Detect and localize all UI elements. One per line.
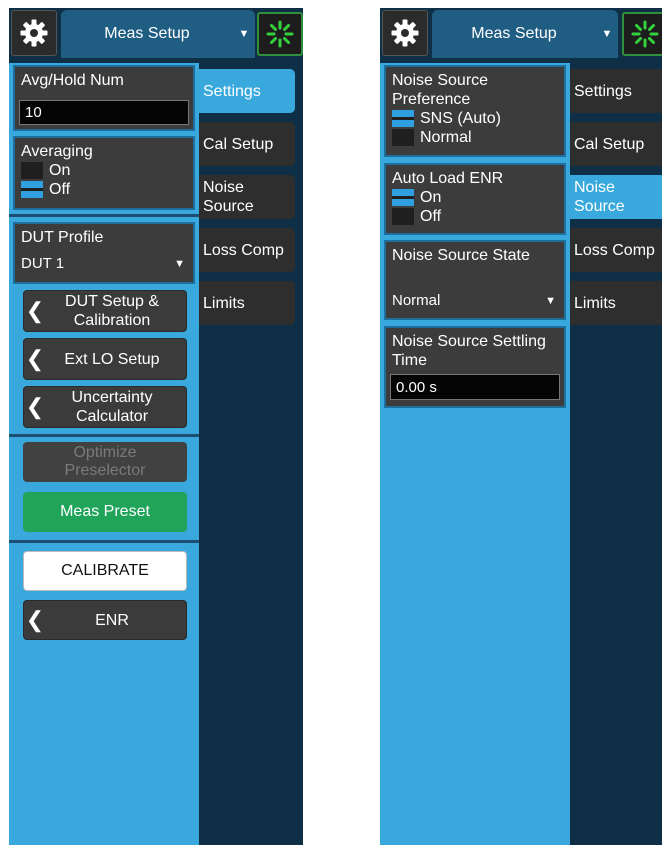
averaging-on-option[interactable]: On <box>15 161 193 180</box>
noise-source-state-control[interactable]: Noise Source State Normal ▼ <box>384 240 566 320</box>
tab-noise-source[interactable]: Noise Source <box>199 175 295 219</box>
caret-down-icon: ▼ <box>545 294 556 307</box>
auto-load-on-option[interactable]: On <box>386 188 564 207</box>
ext-lo-setup-button[interactable]: ❮ Ext LO Setup <box>23 338 187 380</box>
settings-gear-button[interactable] <box>382 10 428 56</box>
state-value: Normal <box>392 292 441 309</box>
avg-hold-label: Avg/Hold Num <box>21 72 124 89</box>
auto-load-on-label: On <box>420 188 442 206</box>
spinner-icon <box>266 20 294 48</box>
chevron-left-icon: ❮ <box>25 607 45 632</box>
dut-setup-calibration-button[interactable]: ❮ DUT Setup & Calibration <box>23 290 187 332</box>
dut-profile-value: DUT 1 <box>21 255 65 272</box>
meas-setup-menu-button[interactable]: Meas Setup ▼ <box>61 10 255 58</box>
preference-normal-option[interactable]: Normal <box>386 128 564 147</box>
gear-icon <box>20 19 48 47</box>
dut-profile-label: DUT Profile <box>21 229 104 246</box>
tab-settings[interactable]: Settings <box>570 69 662 113</box>
preference-sns-auto-option[interactable]: SNS (Auto) <box>386 109 564 128</box>
state-dropdown[interactable]: Normal ▼ <box>392 292 558 309</box>
state-label: Noise Source State <box>392 247 530 264</box>
menu-title: Meas Setup <box>104 25 190 42</box>
meas-setup-menu-button[interactable]: Meas Setup ▼ <box>432 10 618 58</box>
divider <box>9 540 199 543</box>
preference-label: Noise Source Preference <box>392 72 489 108</box>
meas-preset-button[interactable]: Meas Preset <box>23 492 187 532</box>
chevron-left-icon: ❮ <box>25 394 45 419</box>
divider <box>9 434 199 437</box>
preference-normal-label: Normal <box>420 128 472 146</box>
status-indicator[interactable] <box>257 12 303 56</box>
dut-profile-control[interactable]: DUT Profile DUT 1 ▼ <box>13 222 195 284</box>
spinner-icon <box>631 20 659 48</box>
ext-lo-label: Ext LO Setup <box>64 350 160 368</box>
tab-settings[interactable]: Settings <box>199 69 295 113</box>
status-indicator[interactable] <box>622 12 662 56</box>
radio-box-selected <box>392 189 414 206</box>
tab-cal-setup[interactable]: Cal Setup <box>570 122 662 166</box>
tab-limits[interactable]: Limits <box>199 281 295 325</box>
caret-down-icon: ▼ <box>174 257 185 270</box>
tab-loss-comp[interactable]: Loss Comp <box>570 228 662 272</box>
averaging-off-option[interactable]: Off <box>15 180 193 199</box>
radio-box-selected <box>21 181 43 198</box>
caret-down-icon: ▼ <box>601 28 613 40</box>
tab-cal-setup[interactable]: Cal Setup <box>199 122 295 166</box>
meas-setup-panel-settings: Meas Setup ▼ Avg/Hold Num 10 Averaging O… <box>9 8 303 845</box>
calibrate-button[interactable]: CALIBRATE <box>23 551 187 591</box>
optimize-preselector-button[interactable]: Optimize Preselector <box>23 442 187 482</box>
divider <box>9 214 199 217</box>
enr-button[interactable]: ❮ ENR <box>23 600 187 640</box>
noise-source-content: Noise Source Preference SNS (Auto) Norma… <box>380 63 570 845</box>
noise-source-preference-control: Noise Source Preference SNS (Auto) Norma… <box>384 65 566 157</box>
enr-label: ENR <box>95 611 129 629</box>
radio-box <box>21 162 43 179</box>
averaging-off-label: Off <box>49 180 71 198</box>
tab-limits[interactable]: Limits <box>570 281 662 325</box>
averaging-control: Averaging On Off <box>13 136 195 210</box>
avg-hold-input[interactable]: 10 <box>19 100 189 125</box>
dut-setup-label: DUT Setup & Calibration <box>65 293 159 329</box>
dut-profile-dropdown[interactable]: DUT 1 ▼ <box>21 255 187 272</box>
avg-hold-control[interactable]: Avg/Hold Num 10 <box>13 65 195 131</box>
preference-sns-auto-label: SNS (Auto) <box>420 109 501 127</box>
meas-setup-panel-noise-source: Meas Setup ▼ Noise Source Preference SNS… <box>380 8 662 845</box>
settling-time-control[interactable]: Noise Source Settling Time 0.00 s <box>384 326 566 408</box>
radio-box <box>392 129 414 146</box>
chevron-left-icon: ❮ <box>25 346 45 371</box>
tab-column: Settings Cal Setup Noise Source Loss Com… <box>570 63 662 845</box>
auto-load-enr-control: Auto Load ENR On Off <box>384 163 566 235</box>
tab-column: Settings Cal Setup Noise Source Loss Com… <box>199 63 303 845</box>
uncertainty-label: Uncertainty Calculator <box>71 389 153 425</box>
settling-time-input[interactable]: 0.00 s <box>390 374 560 400</box>
menu-title: Meas Setup <box>471 25 557 42</box>
auto-load-label: Auto Load ENR <box>392 170 504 187</box>
settling-label: Noise Source Settling Time <box>392 333 546 369</box>
chevron-left-icon: ❮ <box>25 298 45 323</box>
auto-load-off-label: Off <box>420 207 442 225</box>
tab-loss-comp[interactable]: Loss Comp <box>199 228 295 272</box>
radio-box <box>392 208 414 225</box>
averaging-on-label: On <box>49 161 71 179</box>
caret-down-icon: ▼ <box>238 28 250 40</box>
settings-content: Avg/Hold Num 10 Averaging On Off DUT Pro… <box>9 63 199 845</box>
tab-noise-source[interactable]: Noise Source <box>570 175 662 219</box>
settings-gear-button[interactable] <box>11 10 57 56</box>
radio-box-selected <box>392 110 414 127</box>
gear-icon <box>391 19 419 47</box>
auto-load-off-option[interactable]: Off <box>386 207 564 226</box>
uncertainty-calculator-button[interactable]: ❮ Uncertainty Calculator <box>23 386 187 428</box>
averaging-label: Averaging <box>21 143 93 160</box>
